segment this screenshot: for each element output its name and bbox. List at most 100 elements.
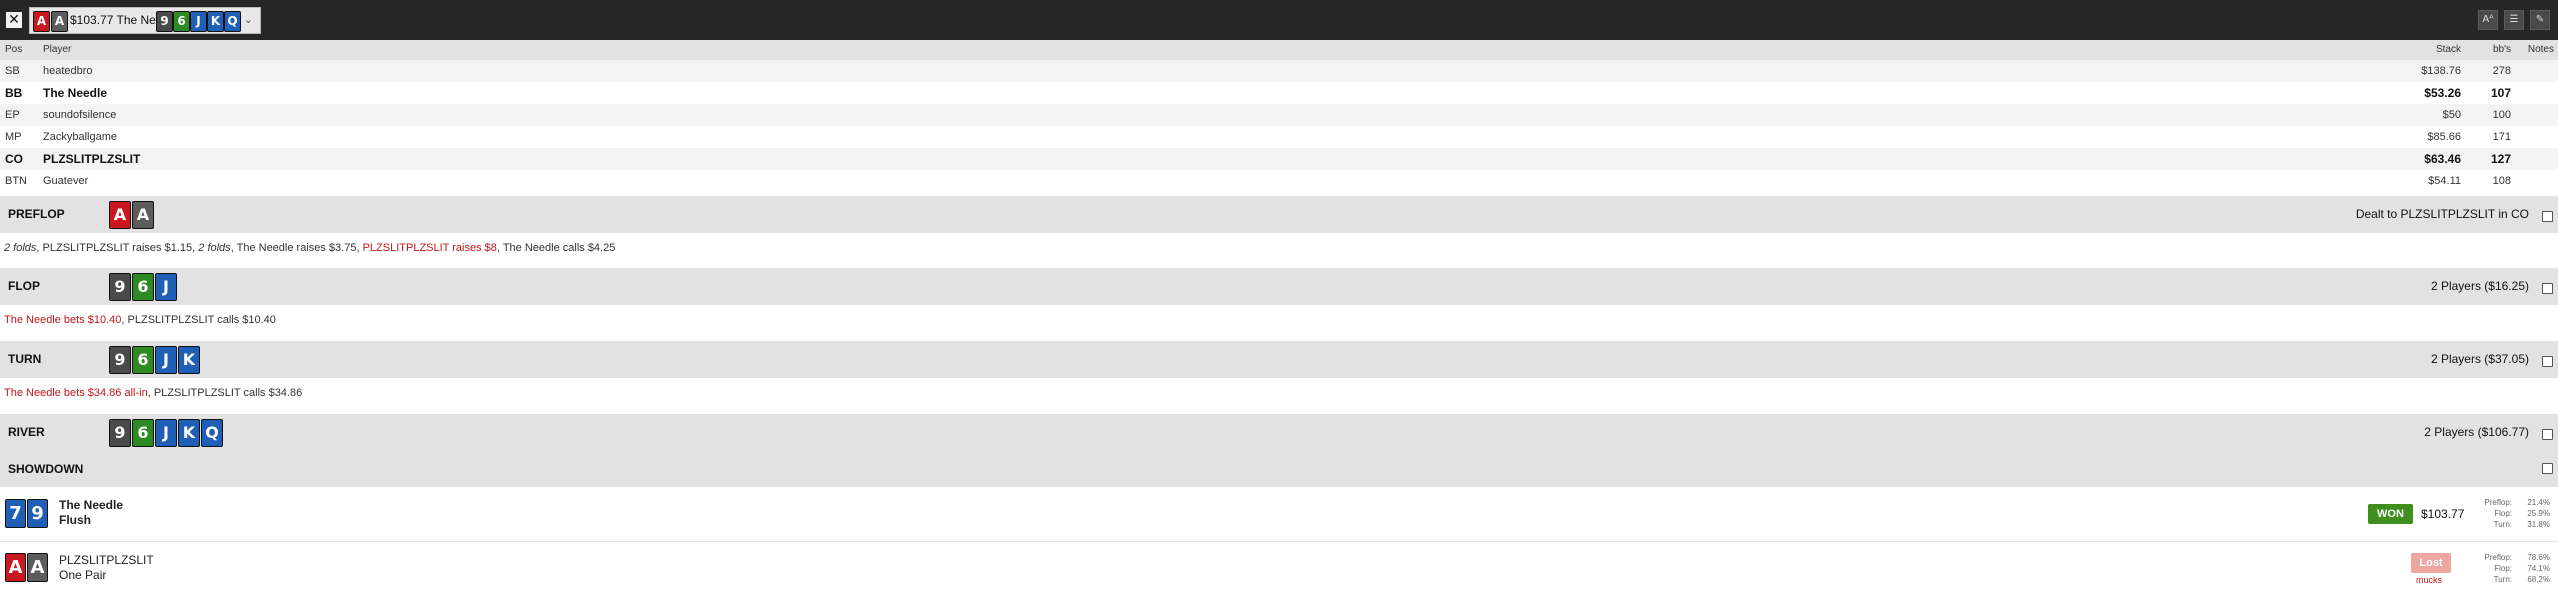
header-player: Player	[43, 44, 72, 55]
edit-button[interactable]: ✎	[2530, 10, 2550, 30]
hole-card: A	[109, 201, 131, 229]
hole-card: A	[33, 11, 50, 32]
row-stack: $85.66	[2427, 131, 2461, 143]
action-segment: 2 folds	[4, 242, 37, 254]
equity-label: Flop:	[2494, 509, 2512, 518]
action-line: The Needle bets $10.40, PLZSLITPLZSLIT c…	[4, 314, 276, 326]
equity-label: Preflop:	[2484, 553, 2512, 562]
row-stack: $50	[2442, 109, 2461, 121]
row-bbs: 127	[2490, 152, 2511, 166]
table-row[interactable]: EP soundofsilence $50 100	[0, 104, 2558, 126]
table-row[interactable]: CO PLZSLITPLZSLIT $63.46 127	[0, 148, 2558, 170]
board-card: K	[207, 11, 224, 32]
row-player[interactable]: soundofsilence	[43, 104, 116, 126]
street-info: Dealt to PLZSLITPLZSLIT in CO	[2355, 207, 2529, 221]
board-card: K	[178, 346, 200, 374]
row-player[interactable]: heatedbro	[43, 60, 93, 82]
equity-stats: Preflop: 21.4% Flop: 25.9% Turn: 31.8%	[2459, 497, 2553, 530]
row-player[interactable]: Guatever	[43, 170, 88, 192]
street-name: TURN	[8, 352, 42, 366]
board-card: 9	[156, 11, 173, 32]
equity-label: Turn:	[2493, 575, 2512, 584]
player-name[interactable]: PLZSLITPLZSLIT	[59, 553, 154, 568]
row-pos: MP	[5, 131, 22, 143]
street-preflop: PREFLOP A A Dealt to PLZSLITPLZSLIT in C…	[0, 196, 2558, 233]
header-stack: Stack	[2435, 44, 2461, 55]
row-bbs: 278	[2492, 65, 2511, 77]
action-line: 2 folds, PLZSLITPLZSLIT raises $1.15, 2 …	[4, 242, 615, 254]
row-pos: EP	[5, 109, 20, 121]
equity-stats: Preflop: 78.6% Flop: 74.1% Turn: 68.2%	[2459, 552, 2553, 585]
equity-label: Turn:	[2493, 520, 2512, 529]
table-header: Pos Player Stack bb's Notes	[0, 40, 2558, 60]
street-name: RIVER	[8, 425, 45, 439]
equity-label: Preflop:	[2484, 498, 2512, 507]
board-card: J	[190, 11, 207, 32]
board-card: 6	[173, 11, 190, 32]
street-turn: TURN 9 6 J K 2 Players ($37.05)	[0, 341, 2558, 378]
action-segment: PLZSLITPLZSLIT calls $10.40	[127, 314, 276, 326]
equity-value: 68.2%	[2527, 575, 2550, 584]
board-card: 6	[132, 419, 154, 447]
chevron-down-icon[interactable]: ⌄	[244, 11, 253, 30]
street-name: SHOWDOWN	[8, 462, 84, 476]
action-segment: 2 folds	[198, 242, 231, 254]
street-info: 2 Players ($16.25)	[2430, 279, 2529, 293]
action-line: The Needle bets $34.86 all-in, PLZSLITPL…	[4, 387, 302, 399]
equity-value: 21.4%	[2527, 498, 2550, 507]
row-stack: $53.26	[2424, 86, 2461, 100]
hole-card: A	[51, 11, 68, 32]
action-segment: The Needle raises $3.75	[236, 242, 357, 254]
board-card: 9	[109, 273, 131, 301]
row-player[interactable]: The Needle	[43, 82, 107, 104]
lost-badge: Lost	[2411, 553, 2451, 573]
shown-card: A	[5, 553, 26, 582]
row-pos: BTN	[5, 175, 27, 187]
street-name: PREFLOP	[8, 207, 65, 221]
table-row[interactable]: MP Zackyballgame $85.66 171	[0, 126, 2558, 148]
showdown-row-winner: 7 9 The Needle Flush WON $103.77 Preflop…	[0, 487, 2558, 541]
row-bbs: 100	[2492, 109, 2511, 121]
table-row[interactable]: BB The Needle $53.26 107	[0, 82, 2558, 104]
players-table: Pos Player Stack bb's Notes SB heatedbro…	[0, 40, 2558, 192]
showdown-player: PLZSLITPLZSLIT One Pair	[59, 553, 154, 583]
row-stack: $138.76	[2421, 65, 2461, 77]
board-card: J	[155, 273, 177, 301]
close-button[interactable]: ✕	[6, 12, 22, 28]
action-segment: The Needle bets $10.40	[4, 314, 122, 326]
street-info: 2 Players ($37.05)	[2430, 352, 2529, 366]
shown-card: 7	[5, 499, 26, 528]
won-amount: $103.77	[2421, 507, 2465, 521]
header-bbs: bb's	[2492, 44, 2511, 55]
row-player[interactable]: PLZSLITPLZSLIT	[43, 148, 140, 170]
showdown-player: The Needle Flush	[59, 498, 123, 528]
hole-card: A	[132, 201, 154, 229]
equity-value: 25.9%	[2527, 509, 2550, 518]
street-flop: FLOP 9 6 J 2 Players ($16.25)	[0, 268, 2558, 305]
row-stack: $63.46	[2424, 152, 2461, 166]
street-showdown: SHOWDOWN	[0, 451, 2558, 487]
board-card: 6	[132, 346, 154, 374]
hand-selector[interactable]: A A $103.77 The Needle 9 6 J K Q ⌄	[29, 7, 261, 34]
board-card: 9	[109, 346, 131, 374]
font-size-button[interactable]: Aᴬ	[2478, 10, 2498, 30]
street-river: RIVER 9 6 J K Q 2 Players ($106.77)	[0, 414, 2558, 451]
showdown-row-loser: A A PLZSLITPLZSLIT One Pair Lost mucks P…	[0, 541, 2558, 596]
street-checkbox[interactable]	[2542, 356, 2553, 367]
street-checkbox[interactable]	[2542, 211, 2553, 222]
row-pos: BB	[5, 86, 23, 100]
row-bbs: 108	[2492, 175, 2511, 187]
board-card: 9	[109, 419, 131, 447]
list-view-button[interactable]: ☰	[2504, 10, 2524, 30]
board-card: K	[178, 419, 200, 447]
street-name: FLOP	[8, 279, 40, 293]
table-row[interactable]: BTN Guatever $54.11 108	[0, 170, 2558, 192]
board-card: Q	[224, 11, 241, 32]
street-checkbox[interactable]	[2542, 429, 2553, 440]
street-checkbox[interactable]	[2542, 283, 2553, 294]
row-player[interactable]: Zackyballgame	[43, 126, 117, 148]
street-checkbox[interactable]	[2542, 463, 2553, 474]
player-name[interactable]: The Needle	[59, 498, 123, 513]
table-row[interactable]: SB heatedbro $138.76 278	[0, 60, 2558, 82]
equity-value: 78.6%	[2527, 553, 2550, 562]
